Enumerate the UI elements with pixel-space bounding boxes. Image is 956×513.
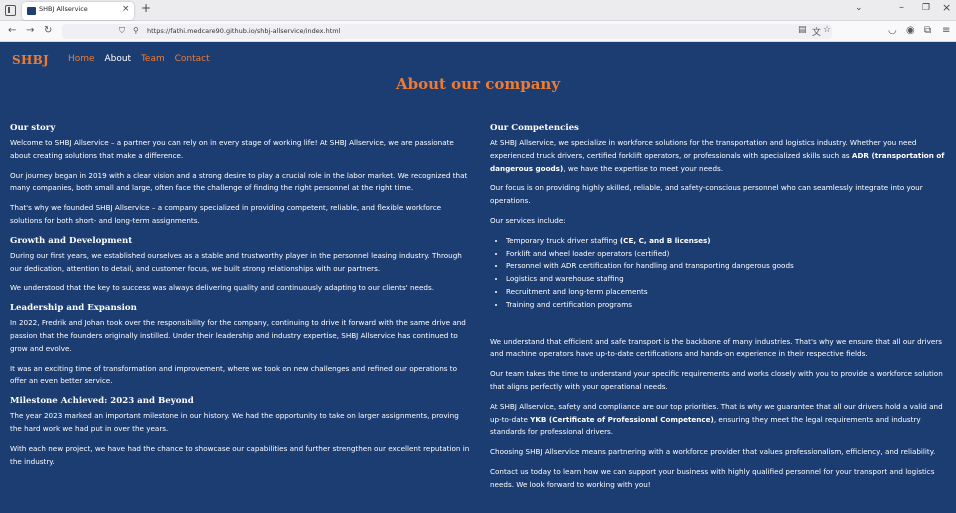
section-leadership: Leadership and Expansion In 2022, Fredri… bbox=[10, 302, 472, 388]
paragraph: At SHBJ Allservice, safety and complianc… bbox=[490, 401, 943, 437]
paragraph: During our first years, we established o… bbox=[10, 250, 462, 273]
list-item: Logistics and warehouse staffing bbox=[506, 273, 950, 286]
address-bar[interactable]: ⛉ ⚲ https://fathi.medcare90.github.io/sh… bbox=[62, 24, 832, 39]
left-column: Our story Welcome to SHBJ Allservice – a… bbox=[10, 122, 472, 475]
account-icon[interactable]: ◉ bbox=[906, 25, 915, 36]
tracking-shield-icon[interactable]: ⛉ bbox=[119, 26, 125, 36]
list-item: Personnel with ADR certification for han… bbox=[506, 260, 950, 273]
bookmark-star-icon[interactable]: ☆ bbox=[823, 25, 831, 35]
favicon-icon bbox=[27, 7, 36, 15]
paragraph: Our team takes the time to understand yo… bbox=[490, 369, 943, 391]
page-content: SHBJ Home About Team Contact About our c… bbox=[0, 42, 956, 513]
paragraph: The year 2023 marked an important milest… bbox=[10, 411, 459, 433]
new-tab-button[interactable]: + bbox=[141, 1, 151, 15]
list-item: Training and certification programs bbox=[506, 299, 950, 312]
paragraph: Welcome to SHBJ Allservice – a partner y… bbox=[10, 138, 454, 160]
window-maximize-icon[interactable]: ❐ bbox=[922, 3, 930, 13]
section-heading: Leadership and Expansion bbox=[10, 303, 137, 314]
paragraph: It was an exciting time of transformatio… bbox=[10, 363, 458, 386]
window-minimize-icon[interactable]: – bbox=[899, 2, 904, 13]
nav-link-about[interactable]: About bbox=[104, 54, 131, 64]
paragraph: Choosing SHBJ Allservice means partnerin… bbox=[490, 447, 936, 457]
window-close-icon[interactable]: × bbox=[942, 1, 951, 14]
tab-close-icon[interactable]: × bbox=[122, 4, 130, 14]
browser-nav-bar: ← → ↻ ⛉ ⚲ https://fathi.medcare90.github… bbox=[0, 21, 956, 42]
paragraph: Our services include: bbox=[490, 215, 566, 225]
list-tabs-chevron-icon[interactable]: ⌄ bbox=[855, 3, 863, 13]
extensions-icon[interactable]: ⧉ bbox=[924, 25, 931, 36]
browser-tab-bar: SHBJ Allservice × + ⌄ – ❐ × bbox=[0, 0, 956, 21]
reader-view-icon[interactable]: ▤ bbox=[798, 25, 807, 35]
paragraph: Contact us today to learn how we can sup… bbox=[490, 466, 935, 489]
tab-title: SHBJ Allservice bbox=[39, 5, 88, 13]
reload-icon[interactable]: ↻ bbox=[44, 25, 52, 36]
right-column: Our Competencies At SHBJ Allservice, we … bbox=[490, 122, 950, 499]
list-item: Forklift and wheel loader operators (cer… bbox=[506, 248, 950, 261]
list-item: Recruitment and long-term placements bbox=[506, 286, 950, 299]
paragraph: We understand that efficient and safe tr… bbox=[490, 336, 942, 359]
services-list: Temporary truck driver staffing (CE, C, … bbox=[506, 235, 950, 312]
section-our-story: Our story Welcome to SHBJ Allservice – a… bbox=[10, 122, 472, 228]
menu-hamburger-icon[interactable]: ≡ bbox=[942, 25, 950, 36]
forward-arrow-icon[interactable]: → bbox=[26, 25, 34, 36]
paragraph: Our focus is on providing highly skilled… bbox=[490, 183, 923, 206]
section-heading: Milestone Achieved: 2023 and Beyond bbox=[10, 396, 194, 407]
paragraph: At SHBJ Allservice, we specialize in wor… bbox=[490, 138, 945, 173]
url-text[interactable]: https://fathi.medcare90.github.io/shbj-a… bbox=[147, 27, 340, 35]
section-heading: Growth and Development bbox=[10, 235, 133, 246]
browser-tab-active[interactable]: SHBJ Allservice × bbox=[22, 2, 134, 20]
site-nav-menu: Home About Team Contact bbox=[68, 54, 217, 64]
sidebar-toggle-icon[interactable] bbox=[5, 5, 16, 16]
pocket-icon[interactable]: ◡ bbox=[888, 25, 897, 36]
paragraph: Our journey began in 2019 with a clear v… bbox=[10, 170, 468, 193]
paragraph: In 2022, Fredrik and Johan took over the… bbox=[10, 318, 466, 353]
translate-icon[interactable]: 文 bbox=[812, 25, 821, 38]
page-title: About our company bbox=[395, 75, 561, 93]
list-item: Temporary truck driver staffing (CE, C, … bbox=[506, 235, 950, 248]
emphasis-ykb: YKB (Certificate of Professional Compete… bbox=[530, 414, 714, 424]
section-growth: Growth and Development During our first … bbox=[10, 235, 472, 295]
paragraph: We understood that the key to success wa… bbox=[10, 283, 434, 293]
site-info-icon[interactable]: ⚲ bbox=[133, 26, 139, 35]
nav-link-contact[interactable]: Contact bbox=[175, 54, 210, 64]
nav-link-team[interactable]: Team bbox=[141, 54, 165, 64]
site-logo[interactable]: SHBJ bbox=[12, 53, 49, 67]
paragraph: That's why we founded SHBJ Allservice – … bbox=[10, 203, 442, 225]
section-heading: Our Competencies bbox=[490, 123, 579, 133]
paragraph: With each new project, we have had the c… bbox=[10, 443, 470, 466]
nav-link-home[interactable]: Home bbox=[68, 54, 95, 64]
section-heading: Our story bbox=[10, 123, 56, 133]
section-milestone: Milestone Achieved: 2023 and Beyond The … bbox=[10, 395, 472, 468]
back-arrow-icon[interactable]: ← bbox=[8, 25, 16, 36]
